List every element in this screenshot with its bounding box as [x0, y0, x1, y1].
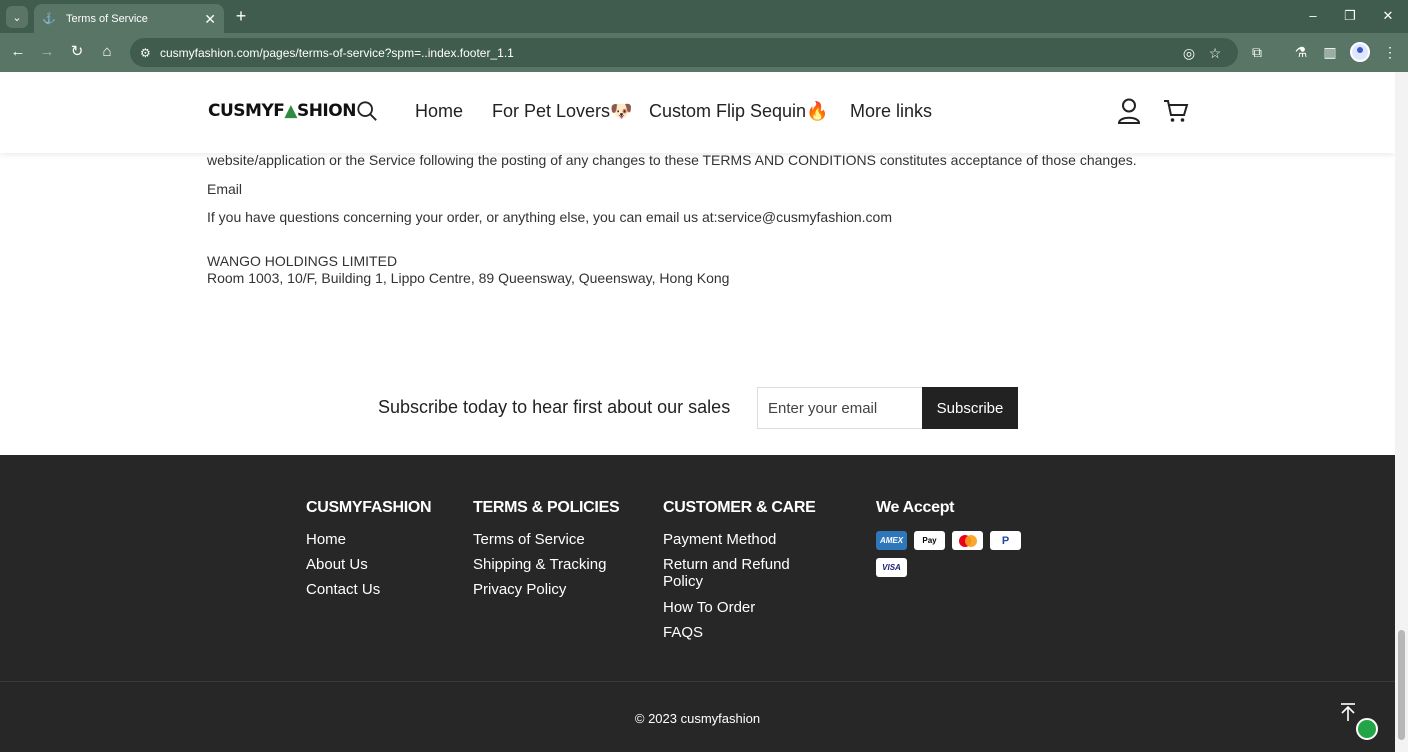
account-icon[interactable]: [1117, 98, 1141, 124]
paypal-icon: P: [990, 531, 1021, 550]
menu-kebab-icon[interactable]: ⋮: [1379, 41, 1401, 63]
profile-avatar[interactable]: [1350, 42, 1370, 62]
subscribe-heading: Subscribe today to hear first about our …: [378, 397, 731, 417]
nav-home[interactable]: Home: [415, 101, 463, 122]
eye-off-icon[interactable]: ◎: [1180, 45, 1198, 62]
page-scrollbar[interactable]: [1395, 72, 1408, 752]
scrollbar-thumb[interactable]: [1398, 630, 1405, 740]
search-icon[interactable]: [356, 100, 378, 122]
back-to-top-icon[interactable]: [1338, 702, 1358, 722]
footer-col-title: TERMS & POLICIES: [473, 499, 620, 516]
copyright-text: © 2023 cusmyfashion: [634, 711, 761, 726]
side-panel-icon[interactable]: ▥: [1319, 41, 1341, 63]
subscribe-button[interactable]: Subscribe: [922, 387, 1018, 429]
chat-widget-icon[interactable]: [1356, 718, 1378, 740]
email-paragraph: If you have questions concerning your or…: [207, 209, 893, 225]
footer-link-payment[interactable]: Payment Method: [663, 531, 776, 548]
browser-tab-bar: ⌄ ⚓ Terms of Service ✕ + – ❐ ✕: [0, 0, 1408, 33]
forward-icon[interactable]: →: [36, 41, 58, 63]
amex-icon: AMEX: [876, 531, 907, 550]
tab-title: Terms of Service: [66, 12, 148, 25]
footer-link-about[interactable]: About Us: [306, 556, 368, 573]
home-icon[interactable]: ⌂: [96, 41, 118, 63]
company-address: Room 1003, 10/F, Building 1, Lippo Centr…: [207, 270, 730, 286]
footer-link-how-to-order[interactable]: How To Order: [663, 599, 755, 616]
extensions-icon[interactable]: ⧉: [1246, 41, 1268, 63]
favicon-icon: ⚓: [42, 13, 56, 25]
restore-icon[interactable]: ❐: [1335, 6, 1365, 26]
footer-link-contact[interactable]: Contact Us: [306, 581, 380, 598]
site-footer: CUSMYFASHION Home About Us Contact Us TE…: [0, 455, 1395, 752]
subscribe-email-input[interactable]: [757, 387, 923, 429]
footer-link-shipping[interactable]: Shipping & Tracking: [473, 556, 606, 573]
minimize-icon[interactable]: –: [1298, 6, 1328, 26]
mastercard-icon: [952, 531, 983, 550]
url-text[interactable]: cusmyfashion.com/pages/terms-of-service?…: [160, 46, 514, 60]
browser-tab[interactable]: ⚓ Terms of Service ✕: [34, 4, 224, 33]
footer-link-refund-cont[interactable]: Policy: [663, 573, 703, 590]
footer-link-privacy[interactable]: Privacy Policy: [473, 581, 566, 598]
site-logo[interactable]: CUSMYF▲SHION: [208, 101, 356, 121]
address-bar[interactable]: ⚙ cusmyfashion.com/pages/terms-of-servic…: [130, 38, 1238, 67]
apple-pay-icon: Pay: [914, 531, 945, 550]
page-viewport: CUSMYF▲SHION Home For Pet Lovers🐶 Custom…: [0, 72, 1395, 752]
footer-link-terms[interactable]: Terms of Service: [473, 531, 585, 548]
site-info-icon[interactable]: ⚙: [140, 46, 160, 60]
reload-icon[interactable]: ↻: [66, 41, 88, 63]
terms-paragraph: website/application or the Service follo…: [207, 152, 1137, 168]
footer-col-title: CUSTOMER & CARE: [663, 499, 816, 516]
visa-icon: VISA: [876, 558, 907, 577]
browser-toolbar: ← → ↻ ⌂ ⚙ cusmyfashion.com/pages/terms-o…: [0, 33, 1408, 72]
tree-logo-icon: ▲: [284, 101, 297, 121]
company-name: WANGO HOLDINGS LIMITED: [207, 253, 398, 269]
new-tab-icon[interactable]: +: [232, 7, 250, 25]
cart-icon[interactable]: [1163, 98, 1189, 124]
nav-custom-flip-sequin[interactable]: Custom Flip Sequin🔥: [649, 101, 828, 122]
tab-search-icon[interactable]: ⌄: [6, 6, 28, 28]
back-icon[interactable]: ←: [7, 41, 29, 63]
footer-col-title: We Accept: [876, 499, 955, 516]
nav-pet-lovers[interactable]: For Pet Lovers🐶: [492, 101, 632, 122]
close-tab-icon[interactable]: ✕: [204, 12, 216, 26]
footer-divider: [0, 681, 1395, 682]
footer-col-title: CUSMYFASHION: [306, 499, 432, 516]
bookmark-star-icon[interactable]: ☆: [1206, 45, 1224, 62]
site-header: CUSMYF▲SHION Home For Pet Lovers🐶 Custom…: [0, 72, 1395, 153]
close-window-icon[interactable]: ✕: [1373, 6, 1403, 26]
labs-icon[interactable]: ⚗: [1290, 41, 1312, 63]
footer-link-refund[interactable]: Return and Refund: [663, 556, 790, 573]
nav-more-links[interactable]: More links: [850, 101, 932, 122]
email-heading: Email: [207, 181, 243, 197]
footer-link-faqs[interactable]: FAQS: [663, 624, 703, 641]
footer-link-home[interactable]: Home: [306, 531, 346, 548]
